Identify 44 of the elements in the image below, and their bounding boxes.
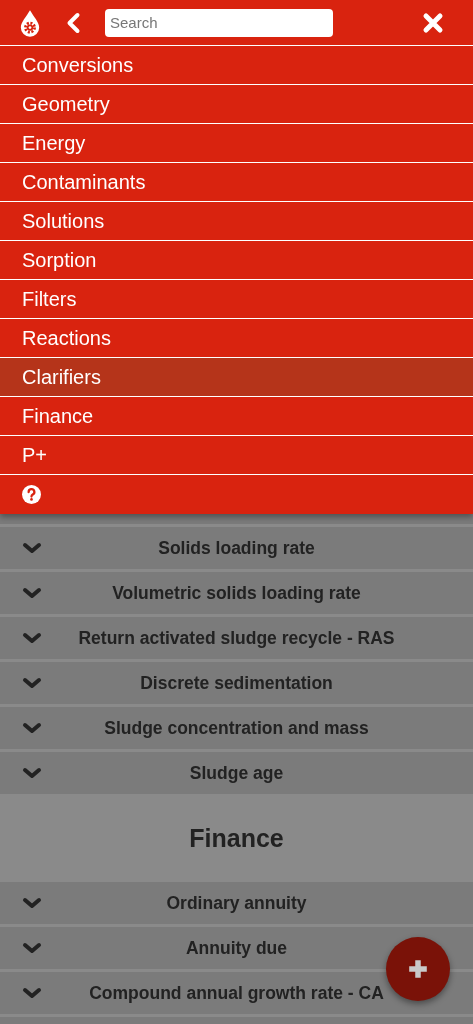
- menu-item[interactable]: P+: [0, 436, 473, 475]
- menu-item[interactable]: Clarifiers: [0, 358, 473, 397]
- chevron-down-icon: [22, 542, 42, 554]
- row-title: Annuity due: [184, 937, 289, 959]
- close-icon[interactable]: [422, 11, 444, 34]
- menu-item[interactable]: Filters: [0, 280, 473, 319]
- drop-gear-icon[interactable]: [19, 8, 41, 37]
- menu-item[interactable]: Sorption: [0, 241, 473, 280]
- accordion-row[interactable]: Sludge concentration and mass: [0, 707, 473, 749]
- menu-item[interactable]: Contaminants: [0, 163, 473, 202]
- chevron-down-icon: [22, 897, 42, 909]
- row-title: Return activated sludge recycle - RAS: [77, 627, 396, 649]
- row-title: Volumetric solids loading rate: [111, 582, 362, 604]
- accordion-row[interactable]: Annuity due: [0, 927, 473, 969]
- chevron-down-icon: [22, 722, 42, 734]
- row-title: Sludge age: [188, 762, 285, 784]
- chevron-down-icon: [22, 632, 42, 644]
- search-field[interactable]: Search: [105, 8, 333, 37]
- menu-item[interactable]: Geometry: [0, 85, 473, 124]
- accordion-row[interactable]: Solids loading rate: [0, 527, 473, 569]
- plus-icon: [407, 958, 429, 980]
- row-title: Solids loading rate: [157, 537, 316, 559]
- menu-item[interactable]: Conversions: [0, 46, 473, 85]
- row-title: Discrete sedimentation: [139, 672, 334, 694]
- chevron-down-icon: [22, 942, 42, 954]
- accordion-row[interactable]: Sludge age: [0, 752, 473, 794]
- chevron-down-icon: [22, 767, 42, 779]
- menu-item[interactable]: Finance: [0, 397, 473, 436]
- row-title: Compound annual growth rate - CA: [88, 982, 385, 1004]
- accordion-row[interactable]: Discrete sedimentation: [0, 662, 473, 704]
- accordion-row[interactable]: Volumetric solids loading rate: [0, 572, 473, 614]
- accordion-row[interactable]: Ordinary annuity: [0, 882, 473, 924]
- back-chevron-icon[interactable]: [66, 11, 81, 34]
- accordion-row[interactable]: Compound annual growth rate - CA: [0, 972, 473, 1014]
- row-title: Ordinary annuity: [165, 892, 308, 914]
- chevron-down-icon: [22, 677, 42, 689]
- section-heading: Finance: [189, 823, 284, 853]
- help-icon[interactable]: [22, 485, 41, 504]
- chevron-down-icon: [22, 587, 42, 599]
- accordion-row[interactable]: Return activated sludge recycle - RAS: [0, 617, 473, 659]
- menu-item[interactable]: Solutions: [0, 202, 473, 241]
- row-title: Sludge concentration and mass: [103, 717, 370, 739]
- chevron-down-icon: [22, 987, 42, 999]
- menu-item[interactable]: Energy: [0, 124, 473, 163]
